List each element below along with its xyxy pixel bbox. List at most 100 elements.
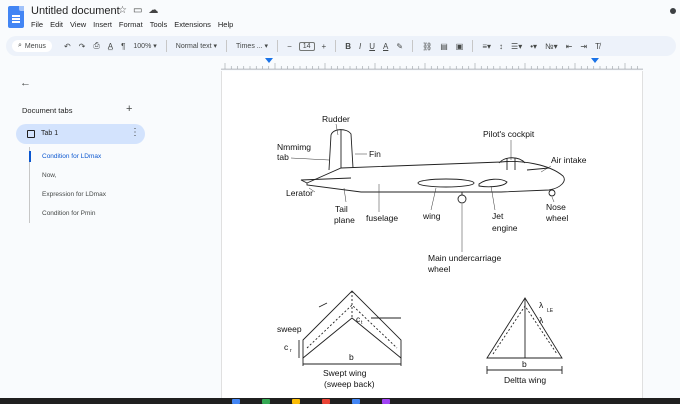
undo-icon[interactable]: ↶	[64, 42, 71, 51]
paint-format-icon[interactable]: ¶	[121, 42, 125, 51]
cloud-status-icon[interactable]: ☁	[148, 5, 164, 16]
zoom-value: 100%	[133, 43, 152, 50]
fin-label: Fin	[369, 149, 381, 159]
main-undercarriage-wheel-label: wheel	[427, 264, 450, 274]
decrease-font-size-icon[interactable]: −	[287, 42, 292, 51]
outline-item[interactable]: Now,	[30, 166, 154, 185]
toolbar-divider	[335, 40, 337, 52]
add-tab-icon[interactable]: +	[126, 103, 132, 115]
print-icon[interactable]: ⎙	[93, 41, 99, 51]
rudder-label: Rudder	[322, 114, 350, 124]
document-page[interactable]: Rudder Nmmimg tab Fin Pilot's cockpit Ai…	[221, 71, 643, 401]
tab-doc-icon	[27, 130, 35, 138]
leading-edge-sweep-label: λ	[539, 300, 544, 310]
document-tabs-sidebar: ← Document tabs + Tab 1 ⋮ Condition for …	[0, 70, 158, 400]
toolbar-divider	[412, 40, 414, 52]
underline-button[interactable]: U	[369, 42, 375, 51]
main-undercarriage-label: Main undercarriage	[428, 253, 502, 263]
toolbar-divider	[226, 40, 228, 52]
le-subscript: LE	[547, 308, 554, 314]
menu-file[interactable]: File	[31, 20, 43, 29]
nmmimg-tab-label: tab	[277, 152, 289, 162]
italic-button[interactable]: I	[359, 42, 361, 51]
nose-wheel-label: wheel	[545, 213, 568, 223]
font-select[interactable]: Times ... ▾	[236, 42, 268, 50]
outline-item[interactable]: Condition for Pmin	[30, 204, 154, 223]
wing-label: wing	[422, 211, 441, 221]
taskbar-app-icon[interactable]	[352, 399, 360, 404]
comment-icon[interactable]: ▤	[440, 42, 448, 51]
air-intake-label: Air intake	[551, 155, 587, 165]
toolbar-divider	[472, 40, 474, 52]
sweep-label: sweep	[277, 324, 302, 334]
back-arrow-icon[interactable]: ←	[20, 77, 31, 89]
style-select[interactable]: Normal text ▾	[176, 42, 217, 50]
os-taskbar	[0, 398, 680, 404]
image-icon[interactable]: ▣	[456, 42, 464, 51]
numbered-list-icon[interactable]: №▾	[545, 42, 558, 51]
highlight-icon[interactable]: ✎	[396, 42, 403, 51]
menu-insert[interactable]: Insert	[93, 20, 112, 29]
toolbar-divider	[277, 40, 279, 52]
document-tabs-heading: Document tabs	[22, 106, 73, 115]
decrease-indent-icon[interactable]: ⇤	[566, 42, 573, 51]
tab-item-tab-1[interactable]: Tab 1 ⋮	[16, 124, 145, 144]
taskbar-app-icon[interactable]	[382, 399, 390, 404]
checklist-icon[interactable]: ☰▾	[511, 42, 522, 51]
line-spacing-icon[interactable]: ↕	[499, 42, 503, 51]
menu-help[interactable]: Help	[218, 20, 233, 29]
right-indent-marker[interactable]	[591, 58, 599, 63]
document-title[interactable]: Untitled document	[31, 5, 120, 17]
redo-icon[interactable]: ↷	[79, 42, 86, 51]
ruler[interactable]	[221, 58, 643, 70]
text-color-button[interactable]: A	[383, 42, 388, 51]
tail-plane-label: plane	[334, 215, 355, 225]
align-icon[interactable]: ≡▾	[482, 42, 491, 51]
increase-font-size-icon[interactable]: +	[322, 42, 327, 51]
swept-wing-caption: Swept wing	[323, 368, 367, 378]
menu-edit[interactable]: Edit	[50, 20, 63, 29]
star-icon[interactable]: ☆	[118, 5, 133, 16]
taskbar-app-icon[interactable]	[232, 399, 240, 404]
root-chord-label: c	[284, 342, 289, 352]
clear-formatting-icon[interactable]: T̸	[595, 42, 600, 51]
taskbar-app-icon[interactable]	[262, 399, 270, 404]
account-indicator[interactable]	[670, 8, 676, 14]
title-actions: ☆▭☁	[118, 5, 164, 16]
menu-format[interactable]: Format	[119, 20, 143, 29]
toolbar-divider	[165, 40, 167, 52]
move-folder-icon[interactable]: ▭	[133, 5, 148, 16]
docs-logo-icon[interactable]	[8, 6, 24, 28]
spellcheck-icon[interactable]: A̲	[108, 42, 113, 51]
menu-tools[interactable]: Tools	[150, 20, 168, 29]
font-size-input[interactable]: 14	[298, 41, 315, 51]
fuselage-label: fuselage	[366, 213, 398, 223]
menu-view[interactable]: View	[70, 20, 86, 29]
sweep-back-caption: (sweep back)	[324, 379, 375, 389]
menus-search-button[interactable]: ⌕ Menus	[12, 40, 52, 52]
zoom-select[interactable]: 100% ▾	[133, 42, 156, 50]
sweep-angle-label: λ	[539, 315, 544, 325]
swept-span-label: b	[349, 352, 354, 362]
taskbar-app-icon[interactable]	[292, 399, 300, 404]
taskbar-app-icon[interactable]	[322, 399, 330, 404]
left-indent-marker[interactable]	[265, 58, 273, 63]
delta-wing-caption: Deltta wing	[504, 375, 546, 385]
increase-indent-icon[interactable]: ⇥	[580, 42, 587, 51]
outline-item[interactable]: Expression for LDmax	[30, 185, 154, 204]
menu-extensions[interactable]: Extensions	[174, 20, 211, 29]
link-icon[interactable]: ⛓	[422, 42, 432, 51]
title-bar: Untitled document ☆▭☁ File Edit View Ins…	[0, 0, 680, 34]
nmmimg-label: Nmmimg	[277, 142, 311, 152]
bulleted-list-icon[interactable]: •▾	[530, 42, 537, 51]
search-icon: ⌕	[18, 42, 22, 49]
lerator-label: Lerator	[286, 188, 313, 198]
toolbar: ⌕ Menus ↶ ↷ ⎙ A̲ ¶ 100% ▾ Normal text ▾ …	[6, 36, 676, 56]
bold-button[interactable]: B	[345, 42, 351, 51]
delta-span-label: b	[522, 359, 527, 369]
menus-label: Menus	[24, 42, 46, 50]
more-vert-icon[interactable]: ⋮	[130, 127, 140, 138]
aircraft-diagram-image: Rudder Nmmimg tab Fin Pilot's cockpit Ai…	[277, 114, 587, 389]
outline-item[interactable]: Condition for LDmax	[29, 147, 154, 166]
pilots-cockpit-label: Pilot's cockpit	[483, 129, 535, 139]
